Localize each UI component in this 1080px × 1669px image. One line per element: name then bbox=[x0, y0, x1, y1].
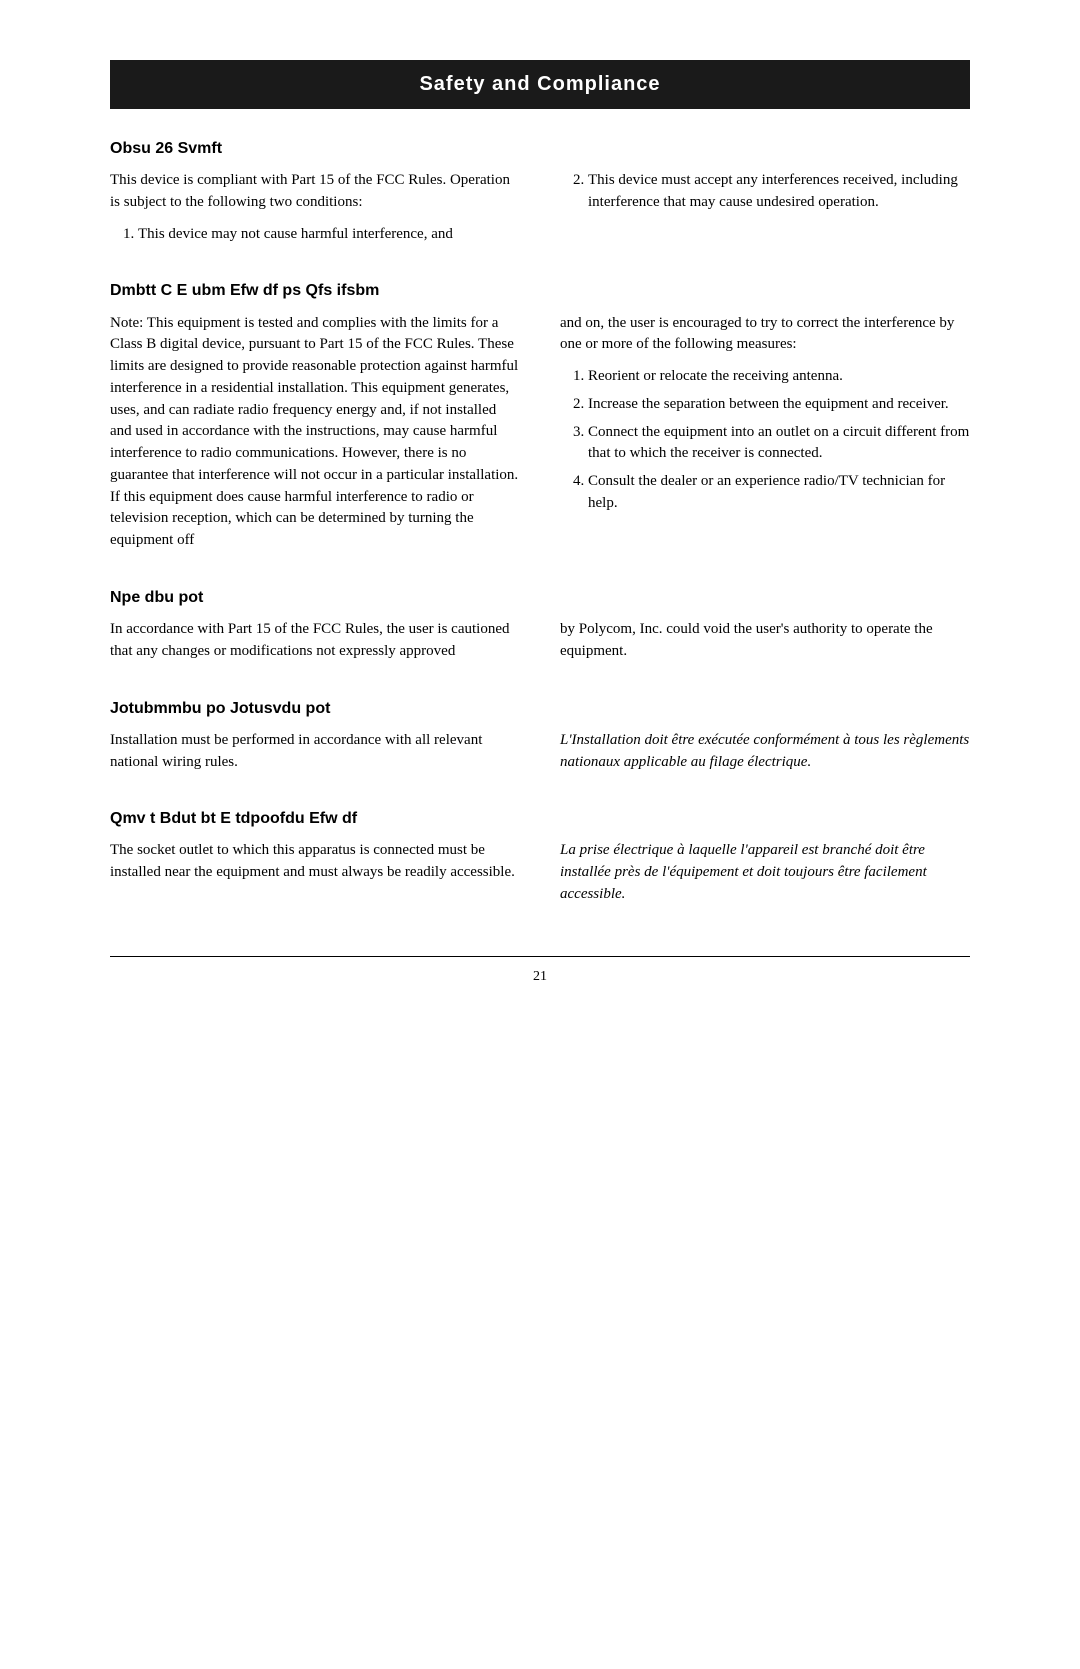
section-title-installation: Jotubmmbu po Jotusvdu pot bbox=[110, 697, 970, 720]
list-item: This device may not cause harmful interf… bbox=[138, 224, 520, 246]
section-socket: Qmv t Bdut bt E tdpoofdu Efw df The sock… bbox=[110, 807, 970, 915]
col-right-fcc-part15: This device must accept any interference… bbox=[560, 170, 970, 255]
section-title-modifications: Npe dbu pot bbox=[110, 586, 970, 609]
two-col-fcc-part15: This device is compliant with Part 15 of… bbox=[110, 170, 970, 255]
col-left-class-b: Note: This equipment is tested and compl… bbox=[110, 313, 520, 562]
col-right-installation: L'Installation doit être exécutée confor… bbox=[560, 730, 970, 784]
class-b-right-list: Reorient or relocate the receiving anten… bbox=[588, 366, 970, 515]
socket-right-para-italic: La prise électrique à laquelle l'apparei… bbox=[560, 840, 970, 905]
section-modifications: Npe dbu pot In accordance with Part 15 o… bbox=[110, 586, 970, 673]
fcc-part15-left-list: This device may not cause harmful interf… bbox=[138, 224, 520, 246]
col-left-socket: The socket outlet to which this apparatu… bbox=[110, 840, 520, 915]
col-right-socket: La prise électrique à laquelle l'apparei… bbox=[560, 840, 970, 915]
list-item: Reorient or relocate the receiving anten… bbox=[588, 366, 970, 388]
installation-left-para: Installation must be performed in accord… bbox=[110, 730, 520, 774]
two-col-class-b: Note: This equipment is tested and compl… bbox=[110, 313, 970, 562]
socket-left-para: The socket outlet to which this apparatu… bbox=[110, 840, 520, 884]
col-left-fcc-part15: This device is compliant with Part 15 of… bbox=[110, 170, 520, 255]
installation-right-para-italic: L'Installation doit être exécutée confor… bbox=[560, 730, 970, 774]
fcc-part15-right-list: This device must accept any interference… bbox=[588, 170, 970, 214]
class-b-left-para: Note: This equipment is tested and compl… bbox=[110, 313, 520, 552]
two-col-modifications: In accordance with Part 15 of the FCC Ru… bbox=[110, 619, 970, 673]
page-number: 21 bbox=[533, 969, 547, 984]
page-title: Safety and Compliance bbox=[130, 70, 950, 99]
class-b-right-para: and on, the user is encouraged to try to… bbox=[560, 313, 970, 357]
section-class-b: Dmbtt C E ubm Efw df ps Qfs ifsbm Note: … bbox=[110, 279, 970, 561]
col-right-class-b: and on, the user is encouraged to try to… bbox=[560, 313, 970, 562]
modifications-left-para: In accordance with Part 15 of the FCC Ru… bbox=[110, 619, 520, 663]
col-left-modifications: In accordance with Part 15 of the FCC Ru… bbox=[110, 619, 520, 673]
section-title-fcc-part15: Obsu 26 Svmft bbox=[110, 137, 970, 160]
list-item: Connect the equipment into an outlet on … bbox=[588, 422, 970, 466]
col-left-installation: Installation must be performed in accord… bbox=[110, 730, 520, 784]
section-fcc-part15: Obsu 26 Svmft This device is compliant w… bbox=[110, 137, 970, 255]
modifications-right-para: by Polycom, Inc. could void the user's a… bbox=[560, 619, 970, 663]
fcc-part15-intro: This device is compliant with Part 15 of… bbox=[110, 170, 520, 214]
header-bar: Safety and Compliance bbox=[110, 60, 970, 109]
two-col-socket: The socket outlet to which this apparatu… bbox=[110, 840, 970, 915]
page-footer: 21 bbox=[110, 956, 970, 987]
col-right-modifications: by Polycom, Inc. could void the user's a… bbox=[560, 619, 970, 673]
list-item: Consult the dealer or an experience radi… bbox=[588, 471, 970, 515]
section-title-class-b: Dmbtt C E ubm Efw df ps Qfs ifsbm bbox=[110, 279, 970, 302]
section-title-socket: Qmv t Bdut bt E tdpoofdu Efw df bbox=[110, 807, 970, 830]
list-item: Increase the separation between the equi… bbox=[588, 394, 970, 416]
section-installation: Jotubmmbu po Jotusvdu pot Installation m… bbox=[110, 697, 970, 784]
two-col-installation: Installation must be performed in accord… bbox=[110, 730, 970, 784]
page: Safety and Compliance Obsu 26 Svmft This… bbox=[110, 0, 970, 1669]
list-item: This device must accept any interference… bbox=[588, 170, 970, 214]
